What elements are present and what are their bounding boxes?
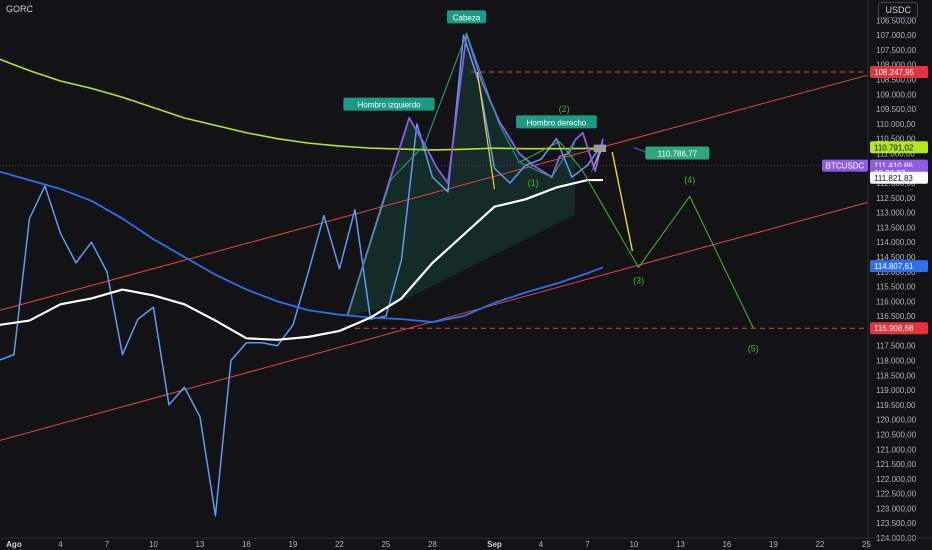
x-tick-label: 16 — [242, 540, 251, 549]
x-tick-label: 16 — [722, 540, 731, 549]
y-tick-label: 122.000,00 — [876, 475, 917, 484]
y-tick-label: 110.000,00 — [876, 120, 916, 129]
y-tick-label: 121.000,00 — [876, 445, 917, 454]
y-tick-label: 107.000,00 — [876, 31, 917, 40]
y-tick-label: 116.500,00 — [876, 312, 916, 321]
target-tag: 110.786,77 — [658, 149, 698, 158]
x-tick-label: 25 — [381, 540, 390, 549]
y-tick-label: 113.000,00 — [876, 209, 916, 218]
x-tick-label: 10 — [629, 540, 638, 549]
y-tick-label: 118.500,00 — [876, 371, 916, 380]
y-tick-label: 120.000,00 — [876, 416, 917, 425]
symbol-label: GORC — [6, 4, 33, 14]
y-tick-label: 118.000,00 — [876, 357, 916, 366]
price-tag: 114.807,61 — [874, 262, 914, 271]
x-tick-label: 22 — [335, 540, 344, 549]
x-tick-label: 13 — [195, 540, 204, 549]
shoulder-right-label: Hombro derecho — [527, 118, 587, 127]
y-tick-label: 116.000,00 — [876, 297, 916, 306]
x-tick-label: 4 — [58, 540, 63, 549]
x-tick-label: 13 — [676, 540, 685, 549]
y-tick-label: 114.000,00 — [876, 238, 916, 247]
y-tick-label: 115.500,00 — [876, 283, 916, 292]
y-tick-label: 119.000,00 — [876, 386, 916, 395]
wave-label-5: (5) — [748, 344, 759, 354]
x-tick-label: 7 — [105, 540, 110, 549]
wave-label-3: (3) — [633, 276, 644, 286]
head-label: Cabeza — [453, 13, 481, 22]
y-tick-label: 123.500,00 — [876, 519, 917, 528]
price-tag: 116.908,68 — [874, 324, 914, 333]
y-tick-label: 113.500,00 — [876, 223, 916, 232]
x-tick-label: Sep — [487, 540, 502, 549]
x-tick-label: 22 — [815, 540, 824, 549]
wave-label-2: (2) — [559, 104, 570, 114]
y-tick-label: 119.500,00 — [876, 401, 916, 410]
wave-label-1: (1) — [528, 178, 539, 188]
wave-label-4: (4) — [684, 175, 695, 185]
y-tick-label: 122.500,00 — [876, 490, 917, 499]
price-tag: 110.791,02 — [874, 143, 914, 152]
x-tick-label: 10 — [149, 540, 158, 549]
x-tick-label: 19 — [288, 540, 297, 549]
price-tag: 111.821,83 — [874, 174, 913, 183]
x-tick-label: 4 — [539, 540, 544, 549]
y-tick-label: 123.000,00 — [876, 504, 917, 513]
y-tick-label: 112.500,00 — [876, 194, 916, 203]
x-tick-label: 19 — [769, 540, 778, 549]
y-tick-label: 109.500,00 — [876, 105, 917, 114]
y-tick-label: 107.500,00 — [876, 46, 917, 55]
y-tick-label: 120.500,00 — [876, 430, 917, 439]
price-tag: 108.247,95 — [874, 68, 915, 77]
price-chart[interactable]: Hombro izquierdo Cabeza Hombro derecho (1) (… — [0, 0, 932, 550]
x-tick-label: 25 — [862, 540, 871, 549]
symbol-tag: BTCUSDC — [826, 162, 865, 171]
y-tick-label: 121.500,00 — [876, 460, 917, 469]
currency-button[interactable]: USDC — [878, 2, 918, 18]
shoulder-left-label: Hombro izquierdo — [357, 101, 421, 110]
x-tick-label: 28 — [428, 540, 437, 549]
x-tick-label: 7 — [585, 540, 590, 549]
x-tick-label: Ago — [6, 540, 22, 549]
y-tick-label: 109.000,00 — [876, 90, 917, 99]
y-tick-label: 117.500,00 — [876, 342, 916, 351]
